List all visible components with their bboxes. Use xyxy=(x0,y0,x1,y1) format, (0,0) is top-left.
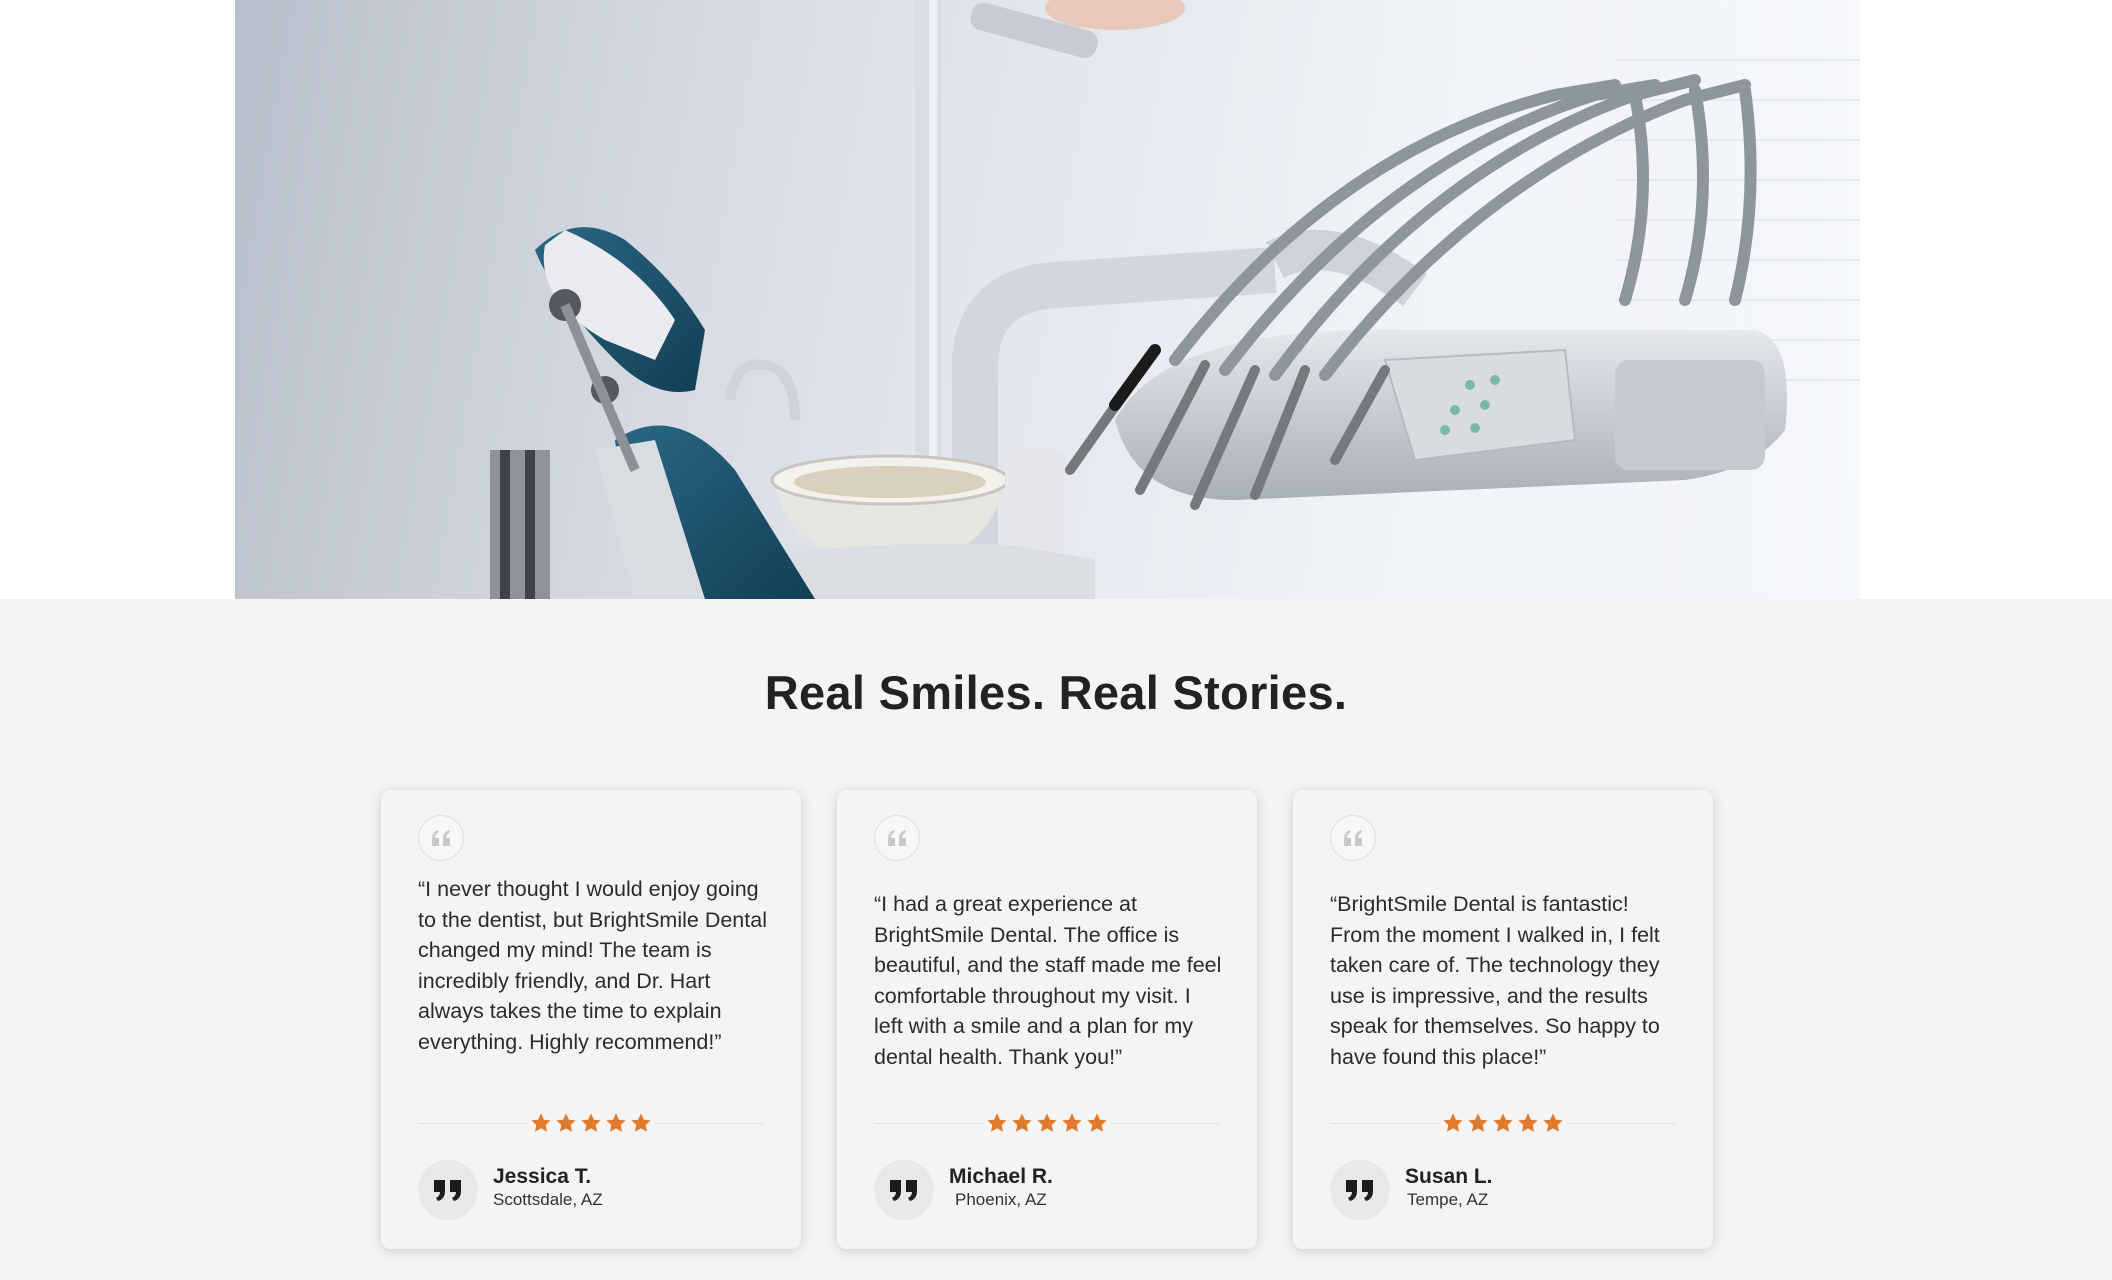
quote-avatar-icon xyxy=(418,1160,478,1220)
testimonial-quote: “I never thought I would enjoy going to … xyxy=(418,877,767,1054)
quote-icon xyxy=(874,815,920,861)
author-name: Michael R. xyxy=(949,1165,1053,1188)
star-icon xyxy=(1543,1113,1563,1132)
rating xyxy=(418,1112,764,1134)
star-icon xyxy=(1493,1113,1513,1132)
star-rating xyxy=(1440,1112,1566,1134)
divider xyxy=(1566,1123,1676,1124)
divider xyxy=(654,1123,764,1124)
hero-image xyxy=(235,0,1860,599)
rating xyxy=(1330,1112,1676,1134)
testimonials-section: Real Smiles. Real Stories. “I never thou… xyxy=(0,599,2112,1280)
testimonial-quote: “I had a great experience at BrightSmile… xyxy=(874,892,1222,1069)
star-icon xyxy=(531,1113,551,1132)
quote-avatar-icon xyxy=(874,1160,934,1220)
rating xyxy=(874,1112,1220,1134)
star-icon xyxy=(606,1113,626,1132)
section-title: Real Smiles. Real Stories. xyxy=(764,666,1348,719)
author-location: Tempe, AZ xyxy=(1407,1190,1489,1209)
star-icon xyxy=(1037,1113,1057,1132)
star-icon xyxy=(631,1113,651,1132)
testimonial-card: “I had a great experience at BrightSmile… xyxy=(837,790,1257,1249)
quote-icon xyxy=(1330,815,1376,861)
dental-operatory-illustration xyxy=(490,0,1860,599)
star-icon xyxy=(1012,1113,1032,1132)
divider xyxy=(418,1123,528,1124)
star-rating xyxy=(984,1112,1110,1134)
author-name: Jessica T. xyxy=(493,1165,592,1188)
testimonial-card: “BrightSmile Dental is fantastic! From t… xyxy=(1293,790,1713,1249)
divider xyxy=(874,1123,984,1124)
star-icon xyxy=(1087,1113,1107,1132)
star-icon xyxy=(1443,1113,1463,1132)
author-location: Phoenix, AZ xyxy=(955,1190,1047,1209)
quote-avatar-icon xyxy=(1330,1160,1390,1220)
star-icon xyxy=(1062,1113,1082,1132)
quote-icon xyxy=(418,815,464,861)
author-name: Susan L. xyxy=(1405,1165,1493,1188)
star-icon xyxy=(1468,1113,1488,1132)
divider xyxy=(1110,1123,1220,1124)
testimonial-quote: “BrightSmile Dental is fantastic! From t… xyxy=(1330,892,1660,1069)
star-rating xyxy=(528,1112,654,1134)
author-location: Scottsdale, AZ xyxy=(493,1190,603,1209)
testimonial-card: “I never thought I would enjoy going to … xyxy=(381,790,801,1249)
divider xyxy=(1330,1123,1440,1124)
star-icon xyxy=(987,1113,1007,1132)
star-icon xyxy=(556,1113,576,1132)
star-icon xyxy=(581,1113,601,1132)
star-icon xyxy=(1518,1113,1538,1132)
